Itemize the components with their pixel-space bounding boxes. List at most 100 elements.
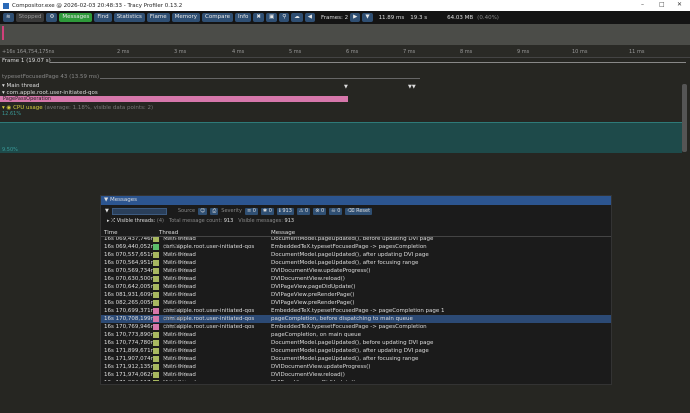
tools-icon[interactable]: ✖: [253, 13, 265, 22]
thread-id: (27,544): [163, 371, 187, 378]
timeline-scrollbar[interactable]: [682, 84, 687, 152]
window-title: Compositor.exe @ 2026-02-03 20:48:33 - T…: [12, 2, 183, 9]
thread-color-swatch: [153, 339, 159, 346]
time-ruler[interactable]: +16s 164,754,175ns 2 ms 3 ms 4 ms 5 ms 6…: [0, 45, 690, 58]
thread-id: (27,544): [163, 299, 187, 306]
severity-trace-button[interactable]: ≡ 0: [244, 207, 258, 215]
thread-main-label: Main thread: [6, 83, 40, 89]
row-time: 16s 070,569,734ns: [104, 267, 157, 274]
next-frame-button[interactable]: ▶: [350, 13, 361, 22]
severity-fatal-button[interactable]: ☠ 0: [329, 207, 343, 215]
table-row[interactable]: 16s 171,899,671ns Main thread (27,544) Doc…: [101, 347, 611, 355]
table-row[interactable]: 16s 170,708,199ns com.apple.root.user-ini…: [101, 314, 611, 323]
thread-color-swatch: [153, 299, 159, 306]
tick: 5 ms: [289, 49, 302, 55]
table-row[interactable]: 16s 070,630,500ns Main thread (27,544) DVI…: [101, 275, 611, 283]
find-button[interactable]: Find: [94, 13, 112, 22]
cpu-usage-row[interactable]: ▾ ◉ CPU usage (average: 1.18%, visible d…: [2, 105, 153, 111]
column-message[interactable]: Message: [271, 230, 295, 236]
table-row[interactable]: 16s 082,265,005ns Main thread (27,544) DVI…: [101, 299, 611, 307]
info-button[interactable]: Info: [234, 13, 252, 22]
stopped-button[interactable]: Stopped: [15, 13, 45, 22]
severity-warning-button[interactable]: ⚠ 0: [296, 207, 311, 215]
zone-label[interactable]: typesetFocusedPage 43 (13.59 ms): [2, 74, 99, 80]
maximize-button[interactable]: □: [659, 1, 665, 8]
visible-threads-toggle[interactable]: ▸ ⤮ Visible threads: (4): [107, 218, 164, 224]
zoom-icon[interactable]: ⚲: [279, 13, 290, 22]
table-row[interactable]: 16s 070,564,951ns Main thread (27,544) Doc…: [101, 259, 611, 267]
settings-gear-icon[interactable]: ⚙: [46, 13, 58, 22]
cloud-icon[interactable]: ☁: [291, 13, 303, 22]
reset-button[interactable]: ⌫ Reset: [345, 207, 373, 215]
thread-id: (9,720): [163, 243, 184, 250]
severity-debug-button[interactable]: ✱ 0: [260, 207, 274, 215]
message-marker-icon[interactable]: ▼: [344, 84, 348, 90]
visible-label: Visible messages:: [238, 218, 283, 224]
thread-main[interactable]: ▾ Main thread: [2, 83, 39, 89]
tick: 4 ms: [232, 49, 245, 55]
row-time: 16s 070,564,951ns: [104, 259, 157, 266]
connection-icon[interactable]: ≋: [3, 13, 14, 22]
row-time: 16s 171,899,671ns: [104, 347, 157, 354]
visible-count: 913: [284, 218, 295, 224]
frame-label[interactable]: Frame 1 (19.07 s): [2, 58, 51, 64]
statistics-button[interactable]: Statistics: [113, 13, 145, 22]
table-row[interactable]: 16s 081,931,609ns Main thread (27,544) DVI…: [101, 291, 611, 299]
thread-color-swatch: [153, 379, 159, 381]
source-user-icon[interactable]: ☺: [198, 207, 208, 215]
messages-button[interactable]: Messages: [59, 13, 93, 22]
table-row[interactable]: 16s 170,769,946ns com.apple.root.user-ini…: [101, 323, 611, 331]
table-row[interactable]: 16s 070,569,734ns Main thread (27,544) DVI…: [101, 267, 611, 275]
minimize-button[interactable]: –: [641, 1, 644, 8]
zone-bar[interactable]: PagePassOperation: [0, 96, 348, 102]
zone-line: [100, 78, 420, 79]
compare-button[interactable]: Compare: [202, 13, 233, 22]
messages-header[interactable]: ▼ Messages: [101, 196, 611, 205]
filter-input[interactable]: [111, 207, 167, 215]
row-message: DVIPageView.pageDidUpdate(): [271, 283, 356, 290]
cpu-usage-graph[interactable]: [0, 122, 682, 153]
save-icon[interactable]: ▣: [266, 13, 278, 22]
column-time[interactable]: Time: [104, 230, 117, 236]
table-row[interactable]: 16s 171,984,117nsMain thread (27,544)DVI…: [101, 379, 611, 381]
table-row[interactable]: 16s 170,774,780ns Main thread (27,544) Doc…: [101, 339, 611, 347]
source-system-icon[interactable]: ⎙: [210, 207, 219, 215]
memory-button[interactable]: Memory: [171, 13, 201, 22]
thread-id: (26,548): [163, 315, 187, 322]
count: 0: [320, 207, 325, 214]
thread-id: (27,544): [163, 259, 187, 266]
messages-table[interactable]: 16s 069,437,746ns Main thread (27,544) Doc…: [101, 234, 611, 381]
table-row[interactable]: 16s 070,642,005ns Main thread (27,544) DVI…: [101, 283, 611, 291]
row-message: DVIDocumentView.reload(): [271, 275, 345, 282]
row-message: DocumentModel.pageUpdated(), after focus…: [271, 259, 419, 266]
column-thread[interactable]: Thread: [159, 230, 178, 236]
message-marker-icon[interactable]: ▼▼: [408, 84, 416, 90]
frame-graph[interactable]: [0, 24, 690, 45]
row-time: 16s 070,557,651ns: [104, 251, 157, 258]
row-message: EmbeddedTeX.typesetFocusedPage -> pagesC…: [271, 323, 427, 330]
row-message: EmbeddedTeX.typesetFocusedPage -> pageCo…: [271, 307, 445, 314]
table-row[interactable]: 16s 170,773,890ns Main thread (27,544) pag…: [101, 331, 611, 339]
frame-marker[interactable]: [2, 26, 4, 40]
severity-info-button[interactable]: ℹ 913: [276, 207, 294, 215]
frame-line: [50, 62, 686, 63]
table-row[interactable]: 16s 070,557,651ns Main thread (27,544) Doc…: [101, 251, 611, 259]
frame-filter-button[interactable]: ▼: [362, 13, 373, 22]
flame-button[interactable]: Flame: [146, 13, 170, 22]
thread-id: (27,544): [163, 363, 187, 370]
total-count: 913: [223, 218, 234, 224]
severity-error-button[interactable]: ⊗ 0: [313, 207, 327, 215]
memory-percent: (0.40%): [477, 14, 499, 21]
prev-frame-button[interactable]: ◀: [304, 13, 315, 22]
table-row[interactable]: 16s 171,912,135ns Main thread (27,544) DVI…: [101, 363, 611, 371]
thread-id: (27,544): [163, 339, 187, 346]
thread-color-swatch: [153, 355, 159, 362]
ruler-start: +16s 164,754,175ns: [2, 49, 55, 55]
table-row[interactable]: 16s 171,907,074ns Main thread (27,544) Doc…: [101, 355, 611, 363]
table-row[interactable]: 16s 171,974,062ns Main thread (27,544) DVI…: [101, 371, 611, 379]
thread-color-swatch: [153, 259, 159, 266]
table-row[interactable]: 16s 069,440,052ns com.apple.root.user-ini…: [101, 243, 611, 251]
table-row[interactable]: 16s 170,699,371ns com.apple.root.user-ini…: [101, 307, 611, 315]
close-button[interactable]: ✕: [677, 1, 682, 8]
thread-id: (27,544): [163, 251, 187, 258]
